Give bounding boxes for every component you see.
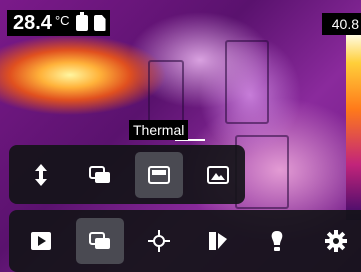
sd-card-icon bbox=[93, 15, 106, 31]
play-archive-button[interactable] bbox=[17, 218, 65, 264]
picture-in-picture-icon bbox=[89, 166, 110, 183]
light-button[interactable] bbox=[253, 218, 301, 264]
collapse-menu-button[interactable] bbox=[17, 152, 65, 198]
scale-max-readout: 40.8 bbox=[322, 13, 361, 35]
image-mode-menu bbox=[9, 145, 245, 204]
measurement-button[interactable] bbox=[135, 218, 183, 264]
color-palette-button[interactable] bbox=[194, 218, 242, 264]
thermal-mode-icon bbox=[148, 166, 170, 184]
image-mode-button[interactable] bbox=[76, 218, 124, 264]
gear-icon bbox=[325, 230, 347, 252]
tooltip-label: Thermal bbox=[133, 122, 185, 138]
temperature-unit: °C bbox=[54, 12, 70, 28]
mode-tooltip: Thermal bbox=[129, 120, 189, 140]
palette-icon bbox=[209, 232, 227, 250]
photo-icon bbox=[207, 166, 229, 184]
thermal-mode-button[interactable] bbox=[135, 152, 183, 198]
digital-camera-mode-button[interactable] bbox=[194, 152, 242, 198]
thermal-viewfinder: 28.4 °C 40.8 Thermal bbox=[0, 0, 361, 272]
light-bulb-icon bbox=[271, 231, 283, 251]
battery-icon bbox=[75, 12, 88, 31]
crosshair-icon bbox=[148, 230, 170, 252]
scale-max-value: 40.8 bbox=[331, 16, 359, 32]
play-icon bbox=[31, 232, 51, 250]
settings-button[interactable] bbox=[312, 218, 360, 264]
image-mode-icon bbox=[89, 232, 110, 249]
main-toolbar bbox=[9, 210, 361, 272]
spot-temperature-value: 28.4 bbox=[13, 11, 52, 34]
up-down-arrow-icon bbox=[35, 164, 47, 186]
temperature-scale-bar bbox=[346, 35, 361, 220]
spot-temperature-readout: 28.4 °C bbox=[7, 10, 110, 36]
scene-box bbox=[225, 40, 269, 124]
picture-in-picture-mode-button[interactable] bbox=[76, 152, 124, 198]
